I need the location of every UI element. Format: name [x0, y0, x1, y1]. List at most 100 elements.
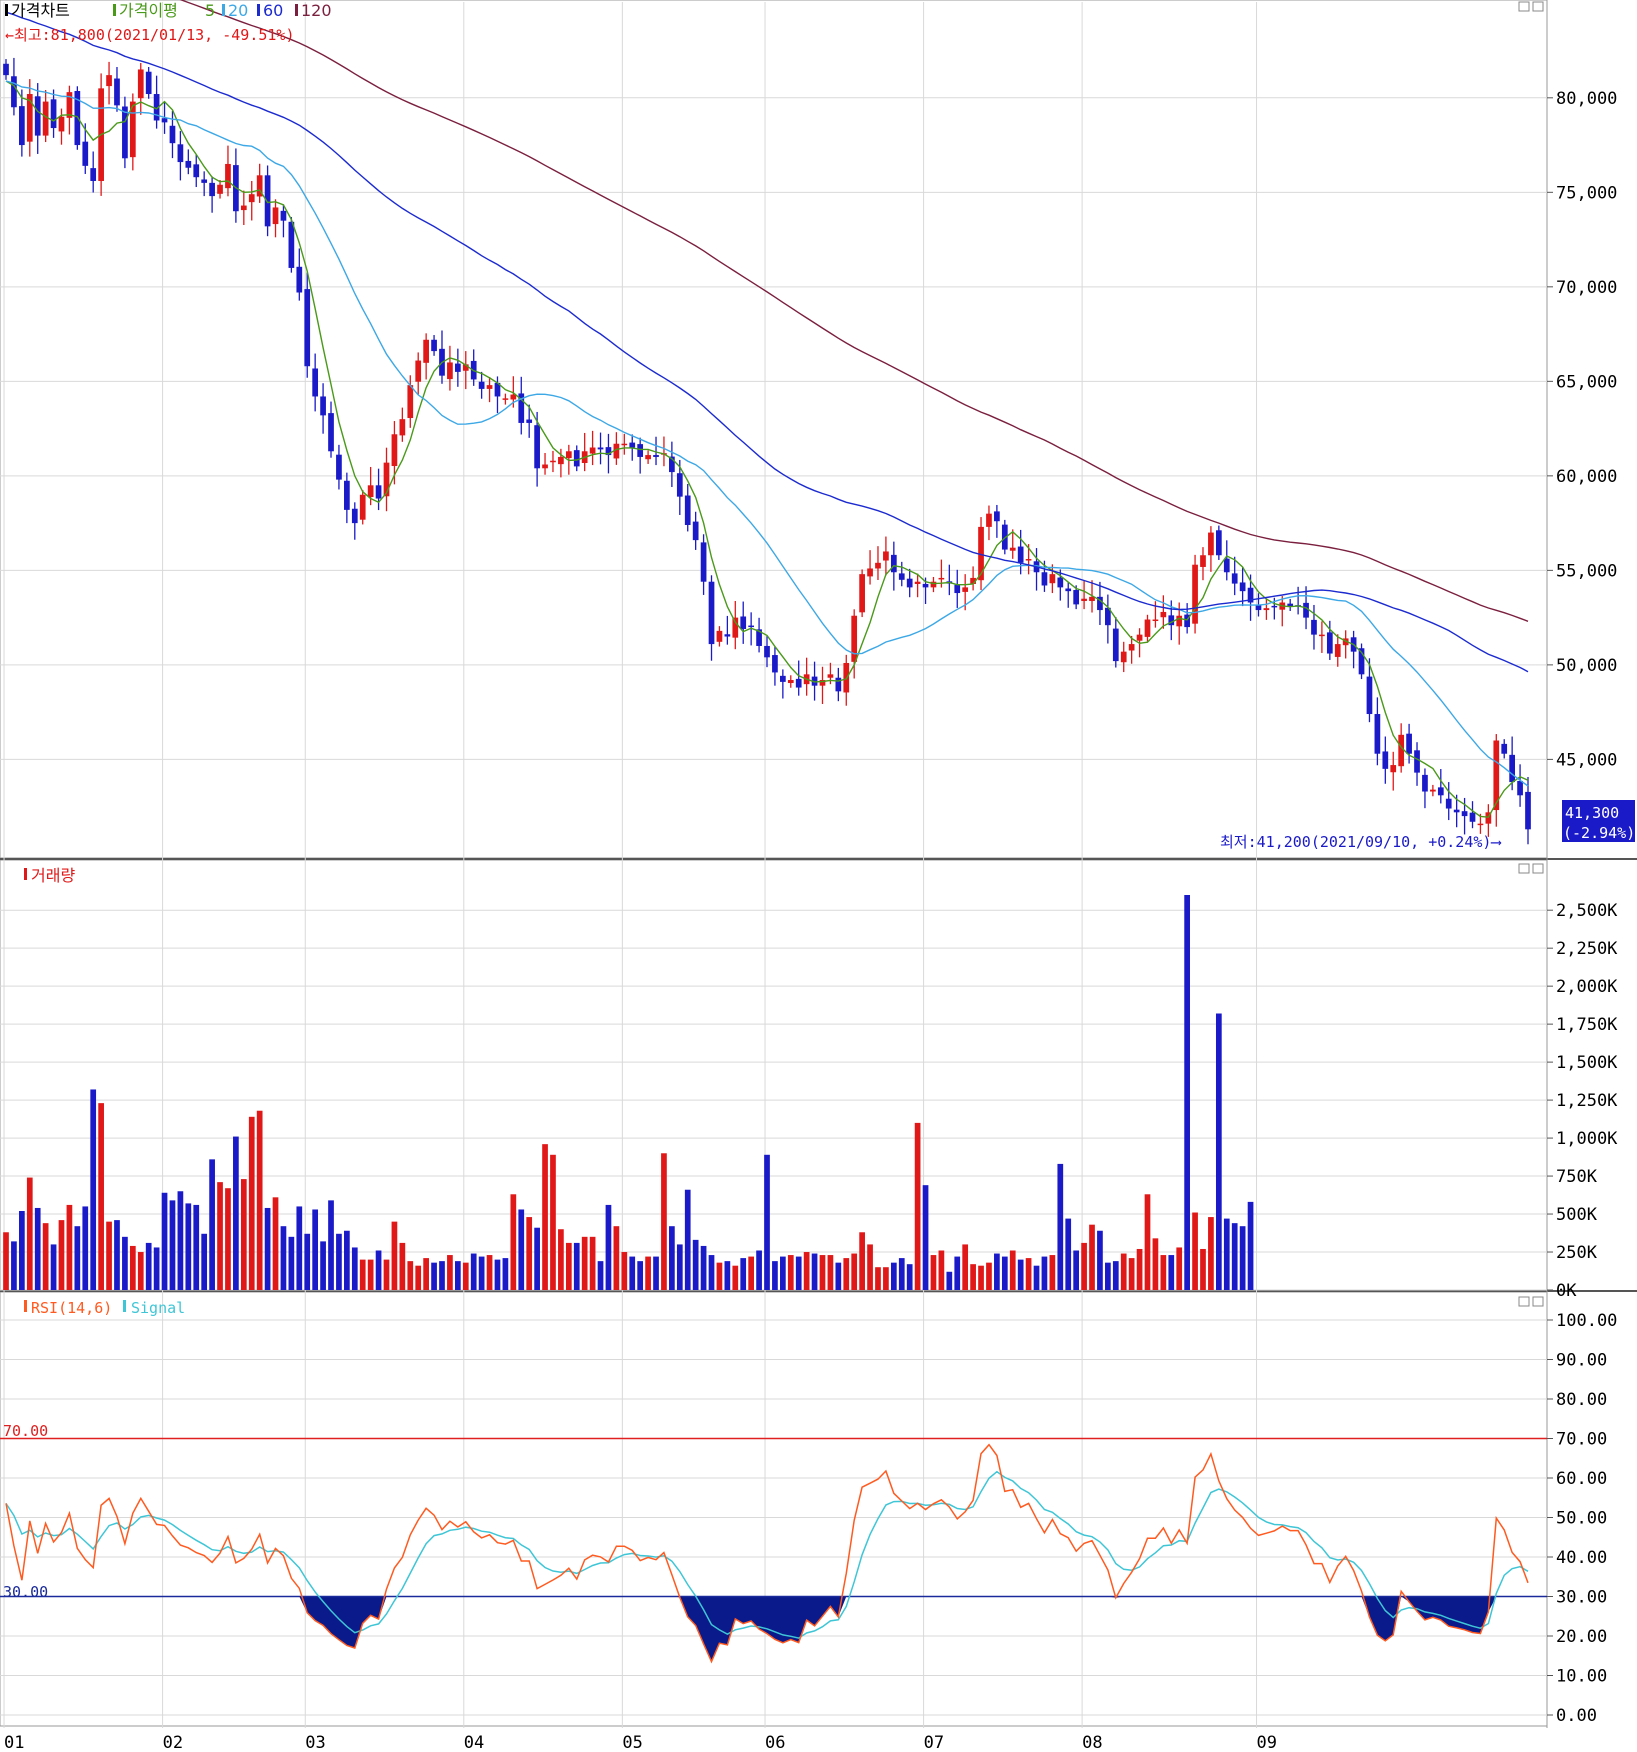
- volume-y-tick-label: 1,750K: [1556, 1015, 1618, 1035]
- candle-up: [1176, 615, 1183, 627]
- candle-down: [684, 495, 691, 525]
- volume-bar: [114, 1220, 120, 1290]
- volume-bar: [1105, 1262, 1111, 1290]
- volume-bar: [970, 1264, 976, 1290]
- low-price-note: 최저:41,200(2021/09/10, +0.24%)⟶: [1220, 833, 1501, 851]
- candle-down: [328, 413, 334, 452]
- high-price-note: ←최고:81,800(2021/01/13, -49.51%): [5, 26, 295, 44]
- candle-down: [1231, 573, 1238, 584]
- candle-down: [375, 485, 382, 499]
- volume-bar: [827, 1255, 834, 1290]
- volume-bar: [304, 1233, 311, 1290]
- candle-up: [106, 75, 112, 87]
- volume-bar: [1017, 1259, 1024, 1290]
- candle-down: [50, 99, 57, 129]
- volume-bar: [1065, 1218, 1072, 1290]
- volume-bar: [1247, 1201, 1254, 1290]
- candle-down: [1112, 628, 1119, 662]
- volume-bar: [288, 1236, 295, 1290]
- candle-down: [312, 368, 319, 397]
- volume-panel-close-icon[interactable]: [1532, 863, 1544, 874]
- candle-down: [1374, 714, 1381, 754]
- volume-bar: [185, 1203, 192, 1290]
- volume-bar: [225, 1188, 231, 1290]
- volume-bar: [978, 1265, 984, 1290]
- candle-up: [58, 116, 65, 132]
- candle-up: [716, 630, 723, 642]
- price-panel-minimize-icon[interactable]: [1518, 1, 1530, 12]
- candle-up: [1263, 608, 1270, 611]
- volume-bar: [1097, 1230, 1103, 1290]
- volume-bar: [1239, 1226, 1246, 1290]
- volume-bar: [811, 1253, 818, 1290]
- rsi-y-tick-label: 20.00: [1556, 1627, 1607, 1647]
- volume-bar: [684, 1189, 691, 1290]
- volume-bar: [248, 1116, 255, 1290]
- candle-down: [795, 678, 802, 688]
- volume-bar: [169, 1200, 176, 1290]
- volume-bar: [890, 1262, 897, 1290]
- candle-up: [486, 385, 493, 389]
- volume-bar: [534, 1227, 540, 1290]
- volume-bar: [605, 1204, 612, 1290]
- volume-bar: [669, 1226, 675, 1290]
- volume-bar: [470, 1253, 477, 1290]
- candle-down: [201, 179, 208, 183]
- volume-bar: [478, 1256, 485, 1290]
- volume-bar: [1215, 1013, 1222, 1290]
- candle-up: [1081, 598, 1087, 601]
- ma20-legend: 20: [228, 1, 248, 20]
- rsi-panel-minimize-icon[interactable]: [1518, 1296, 1530, 1307]
- candle-up: [621, 443, 628, 446]
- candle-up: [1192, 564, 1198, 624]
- candle-down: [288, 221, 295, 268]
- volume-bar: [835, 1262, 842, 1290]
- volume-bar: [542, 1144, 548, 1290]
- candle-down: [454, 363, 461, 372]
- volume-bar: [676, 1244, 683, 1290]
- candle-down: [1215, 530, 1222, 556]
- price-y-tick-label: 60,000: [1556, 467, 1617, 487]
- volume-y-tick-label: 2,500K: [1556, 901, 1618, 921]
- candle-down: [161, 118, 168, 123]
- candle-down: [1445, 798, 1452, 809]
- candle-down: [209, 182, 215, 197]
- x-tick-label: 02: [163, 1733, 183, 1752]
- candle-up: [415, 360, 422, 382]
- candle-up: [986, 513, 992, 527]
- volume-bar: [1184, 895, 1190, 1290]
- volume-bar: [1168, 1255, 1175, 1290]
- rsi-y-tick-label: 40.00: [1556, 1548, 1607, 1568]
- ma-legend-prefix: 가격이평: [119, 1, 178, 20]
- candle-down: [90, 168, 97, 181]
- volume-bar: [803, 1252, 810, 1290]
- volume-panel-minimize-icon[interactable]: [1518, 863, 1530, 874]
- volume-bar: [494, 1259, 501, 1290]
- volume-bar: [74, 1226, 81, 1290]
- rsi-panel-close-icon[interactable]: [1532, 1296, 1544, 1307]
- volume-bar: [82, 1206, 89, 1290]
- candle-down: [780, 675, 786, 682]
- volume-bar: [922, 1185, 929, 1290]
- candle-down: [1422, 774, 1428, 792]
- candle-down: [177, 144, 184, 163]
- candle-up: [883, 551, 889, 561]
- volume-bar: [764, 1154, 770, 1290]
- candle-up: [1144, 619, 1151, 637]
- price-panel-close-icon[interactable]: [1532, 1, 1544, 12]
- candle-down: [280, 210, 287, 221]
- candle-up: [589, 447, 596, 454]
- volume-bar: [748, 1256, 754, 1290]
- volume-y-tick-label: 250K: [1556, 1243, 1598, 1263]
- candle-down: [344, 480, 350, 510]
- candle-up: [272, 207, 279, 225]
- candle-down: [1326, 632, 1333, 654]
- volume-bar: [946, 1271, 953, 1290]
- price-y-tick-label: 65,000: [1556, 372, 1617, 392]
- x-tick-label: 01: [4, 1733, 24, 1752]
- volume-bar: [1001, 1256, 1008, 1290]
- volume-bar: [859, 1232, 865, 1290]
- candle-up: [217, 184, 223, 194]
- last-price-box: 41,300 (-2.94%): [1562, 800, 1635, 842]
- volume-bar: [851, 1253, 858, 1290]
